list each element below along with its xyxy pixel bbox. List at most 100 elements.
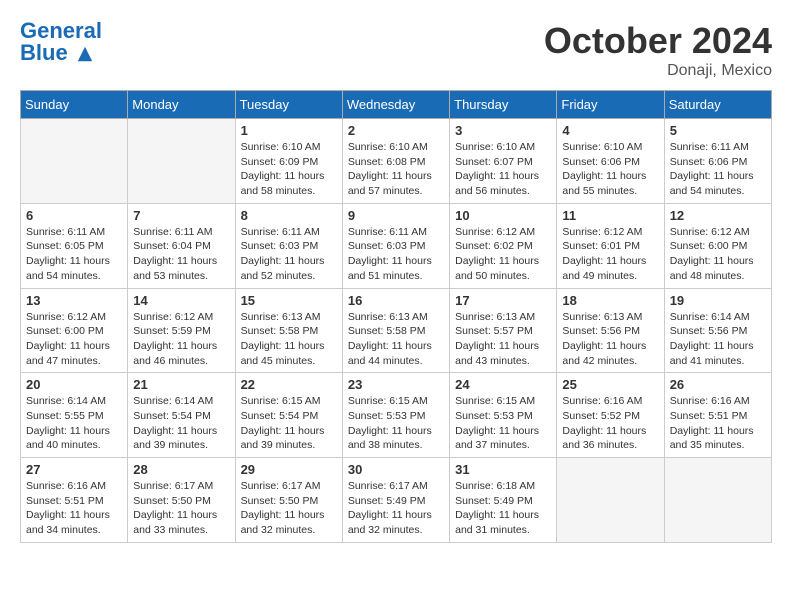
title-area: October 2024 Donaji, Mexico bbox=[544, 20, 772, 80]
day-info: Sunrise: 6:15 AMSunset: 5:54 PMDaylight:… bbox=[241, 394, 337, 453]
weekday-header-friday: Friday bbox=[557, 91, 664, 119]
day-info: Sunrise: 6:15 AMSunset: 5:53 PMDaylight:… bbox=[348, 394, 444, 453]
day-info: Sunrise: 6:13 AMSunset: 5:58 PMDaylight:… bbox=[348, 310, 444, 369]
day-info: Sunrise: 6:14 AMSunset: 5:55 PMDaylight:… bbox=[26, 394, 122, 453]
logo-blue: Blue bbox=[20, 40, 68, 65]
day-info: Sunrise: 6:18 AMSunset: 5:49 PMDaylight:… bbox=[455, 479, 551, 538]
calendar-cell: 3 Sunrise: 6:10 AMSunset: 6:07 PMDaylight… bbox=[450, 119, 557, 204]
day-number: 5 bbox=[670, 123, 766, 138]
calendar-cell: 21 Sunrise: 6:14 AMSunset: 5:54 PMDayligh… bbox=[128, 373, 235, 458]
day-number: 14 bbox=[133, 293, 229, 308]
day-number: 18 bbox=[562, 293, 658, 308]
day-number: 22 bbox=[241, 377, 337, 392]
weekday-header-tuesday: Tuesday bbox=[235, 91, 342, 119]
day-number: 16 bbox=[348, 293, 444, 308]
day-info: Sunrise: 6:13 AMSunset: 5:58 PMDaylight:… bbox=[241, 310, 337, 369]
day-info: Sunrise: 6:14 AMSunset: 5:56 PMDaylight:… bbox=[670, 310, 766, 369]
day-info: Sunrise: 6:15 AMSunset: 5:53 PMDaylight:… bbox=[455, 394, 551, 453]
calendar-cell: 13 Sunrise: 6:12 AMSunset: 6:00 PMDayligh… bbox=[21, 288, 128, 373]
calendar-cell: 8 Sunrise: 6:11 AMSunset: 6:03 PMDaylight… bbox=[235, 203, 342, 288]
day-number: 9 bbox=[348, 208, 444, 223]
day-number: 28 bbox=[133, 462, 229, 477]
day-number: 6 bbox=[26, 208, 122, 223]
day-number: 3 bbox=[455, 123, 551, 138]
calendar-cell: 6 Sunrise: 6:11 AMSunset: 6:05 PMDaylight… bbox=[21, 203, 128, 288]
day-number: 4 bbox=[562, 123, 658, 138]
calendar-cell: 17 Sunrise: 6:13 AMSunset: 5:57 PMDayligh… bbox=[450, 288, 557, 373]
day-number: 24 bbox=[455, 377, 551, 392]
weekday-header-wednesday: Wednesday bbox=[342, 91, 449, 119]
day-number: 2 bbox=[348, 123, 444, 138]
page-header: General Blue October 2024 Donaji, Mexico bbox=[20, 20, 772, 80]
day-number: 8 bbox=[241, 208, 337, 223]
calendar-cell bbox=[664, 458, 771, 543]
day-number: 17 bbox=[455, 293, 551, 308]
day-number: 1 bbox=[241, 123, 337, 138]
weekday-header-thursday: Thursday bbox=[450, 91, 557, 119]
day-info: Sunrise: 6:16 AMSunset: 5:51 PMDaylight:… bbox=[670, 394, 766, 453]
day-number: 19 bbox=[670, 293, 766, 308]
day-number: 11 bbox=[562, 208, 658, 223]
day-info: Sunrise: 6:10 AMSunset: 6:06 PMDaylight:… bbox=[562, 140, 658, 199]
calendar-cell bbox=[21, 119, 128, 204]
calendar-cell: 26Sunrise: 6:16 AMSunset: 5:51 PMDayligh… bbox=[664, 373, 771, 458]
day-info: Sunrise: 6:17 AMSunset: 5:50 PMDaylight:… bbox=[133, 479, 229, 538]
calendar-cell: 22 Sunrise: 6:15 AMSunset: 5:54 PMDayligh… bbox=[235, 373, 342, 458]
day-info: Sunrise: 6:16 AMSunset: 5:52 PMDaylight:… bbox=[562, 394, 658, 453]
day-number: 12 bbox=[670, 208, 766, 223]
day-info: Sunrise: 6:14 AMSunset: 5:54 PMDaylight:… bbox=[133, 394, 229, 453]
calendar-cell: 20 Sunrise: 6:14 AMSunset: 5:55 PMDayligh… bbox=[21, 373, 128, 458]
calendar-cell: 23 Sunrise: 6:15 AMSunset: 5:53 PMDayligh… bbox=[342, 373, 449, 458]
calendar-cell: 11 Sunrise: 6:12 AMSunset: 6:01 PMDayligh… bbox=[557, 203, 664, 288]
day-number: 31 bbox=[455, 462, 551, 477]
logo-text: General Blue bbox=[20, 20, 102, 64]
calendar-cell: 1Sunrise: 6:10 AMSunset: 6:09 PMDaylight… bbox=[235, 119, 342, 204]
day-info: Sunrise: 6:12 AMSunset: 6:00 PMDaylight:… bbox=[26, 310, 122, 369]
day-info: Sunrise: 6:11 AMSunset: 6:06 PMDaylight:… bbox=[670, 140, 766, 199]
day-info: Sunrise: 6:16 AMSunset: 5:51 PMDaylight:… bbox=[26, 479, 122, 538]
calendar-cell: 30 Sunrise: 6:17 AMSunset: 5:49 PMDayligh… bbox=[342, 458, 449, 543]
weekday-header-sunday: Sunday bbox=[21, 91, 128, 119]
calendar-cell: 16 Sunrise: 6:13 AMSunset: 5:58 PMDayligh… bbox=[342, 288, 449, 373]
day-info: Sunrise: 6:12 AMSunset: 6:01 PMDaylight:… bbox=[562, 225, 658, 284]
day-number: 21 bbox=[133, 377, 229, 392]
day-number: 10 bbox=[455, 208, 551, 223]
calendar-cell: 31 Sunrise: 6:18 AMSunset: 5:49 PMDayligh… bbox=[450, 458, 557, 543]
day-info: Sunrise: 6:12 AMSunset: 6:00 PMDaylight:… bbox=[670, 225, 766, 284]
calendar-cell: 24 Sunrise: 6:15 AMSunset: 5:53 PMDayligh… bbox=[450, 373, 557, 458]
day-info: Sunrise: 6:10 AMSunset: 6:08 PMDaylight:… bbox=[348, 140, 444, 199]
calendar-table: SundayMondayTuesdayWednesdayThursdayFrid… bbox=[20, 90, 772, 543]
day-number: 29 bbox=[241, 462, 337, 477]
calendar-cell: 25 Sunrise: 6:16 AMSunset: 5:52 PMDayligh… bbox=[557, 373, 664, 458]
calendar-cell: 7Sunrise: 6:11 AMSunset: 6:04 PMDaylight… bbox=[128, 203, 235, 288]
day-info: Sunrise: 6:13 AMSunset: 5:57 PMDaylight:… bbox=[455, 310, 551, 369]
calendar-cell: 29 Sunrise: 6:17 AMSunset: 5:50 PMDayligh… bbox=[235, 458, 342, 543]
calendar-cell: 10 Sunrise: 6:12 AMSunset: 6:02 PMDayligh… bbox=[450, 203, 557, 288]
day-info: Sunrise: 6:17 AMSunset: 5:50 PMDaylight:… bbox=[241, 479, 337, 538]
day-info: Sunrise: 6:13 AMSunset: 5:56 PMDaylight:… bbox=[562, 310, 658, 369]
day-number: 23 bbox=[348, 377, 444, 392]
calendar-cell bbox=[128, 119, 235, 204]
day-info: Sunrise: 6:10 AMSunset: 6:07 PMDaylight:… bbox=[455, 140, 551, 199]
day-info: Sunrise: 6:17 AMSunset: 5:49 PMDaylight:… bbox=[348, 479, 444, 538]
calendar-cell: 2 Sunrise: 6:10 AMSunset: 6:08 PMDaylight… bbox=[342, 119, 449, 204]
day-info: Sunrise: 6:11 AMSunset: 6:03 PMDaylight:… bbox=[348, 225, 444, 284]
month-title: October 2024 bbox=[544, 20, 772, 62]
logo: General Blue bbox=[20, 20, 102, 64]
day-number: 15 bbox=[241, 293, 337, 308]
calendar-cell: 9 Sunrise: 6:11 AMSunset: 6:03 PMDaylight… bbox=[342, 203, 449, 288]
calendar-cell: 5 Sunrise: 6:11 AMSunset: 6:06 PMDaylight… bbox=[664, 119, 771, 204]
day-number: 7 bbox=[133, 208, 229, 223]
calendar-cell: 18 Sunrise: 6:13 AMSunset: 5:56 PMDayligh… bbox=[557, 288, 664, 373]
day-info: Sunrise: 6:12 AMSunset: 5:59 PMDaylight:… bbox=[133, 310, 229, 369]
calendar-cell: 12 Sunrise: 6:12 AMSunset: 6:00 PMDayligh… bbox=[664, 203, 771, 288]
day-info: Sunrise: 6:11 AMSunset: 6:05 PMDaylight:… bbox=[26, 225, 122, 284]
calendar-cell bbox=[557, 458, 664, 543]
day-info: Sunrise: 6:11 AMSunset: 6:03 PMDaylight:… bbox=[241, 225, 337, 284]
day-number: 30 bbox=[348, 462, 444, 477]
day-number: 25 bbox=[562, 377, 658, 392]
day-info: Sunrise: 6:12 AMSunset: 6:02 PMDaylight:… bbox=[455, 225, 551, 284]
day-number: 20 bbox=[26, 377, 122, 392]
day-number: 13 bbox=[26, 293, 122, 308]
weekday-header-saturday: Saturday bbox=[664, 91, 771, 119]
